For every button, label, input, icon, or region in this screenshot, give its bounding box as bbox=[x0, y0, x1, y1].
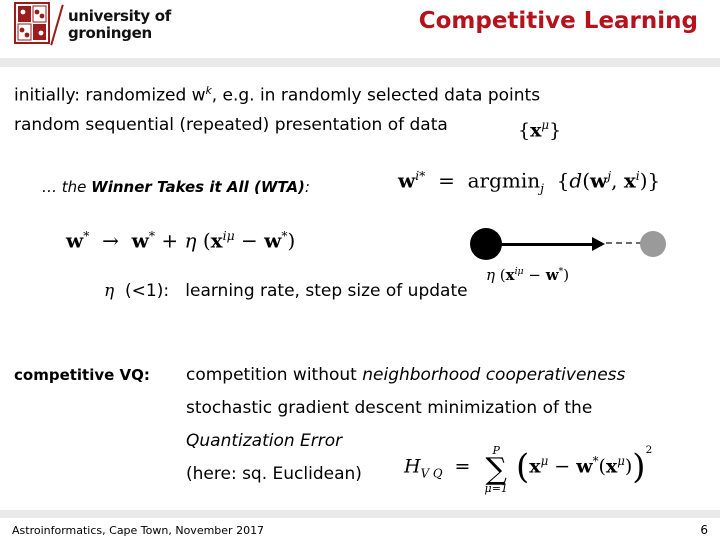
page-title: Competitive Learning bbox=[418, 8, 698, 34]
initially-line: initially: randomized wk, e.g. in random… bbox=[14, 85, 540, 106]
delta-label-math: η (xiμ − w*) bbox=[486, 266, 570, 284]
learning-rate-line: ηη (<1): learning rate, step size of upd… bbox=[104, 281, 468, 301]
university-crest-icon bbox=[14, 2, 50, 44]
university-logo: university of groningen bbox=[10, 2, 200, 52]
wta-caption-prefix: … the bbox=[42, 178, 92, 196]
cvq-line-1-a: competition without bbox=[186, 365, 363, 385]
wta-caption: … the Winner Takes it All (WTA): bbox=[42, 178, 310, 196]
cvq-line-1: competition without neighborhood coopera… bbox=[186, 365, 625, 385]
cvq-line-3: Quantization Error bbox=[186, 431, 343, 451]
logo-divider bbox=[50, 4, 64, 46]
presentation-line: random sequential (repeated) presentatio… bbox=[14, 115, 448, 135]
dashed-connector bbox=[606, 242, 642, 244]
footer-divider bbox=[0, 510, 720, 518]
wta-caption-suffix: : bbox=[304, 178, 310, 196]
footer-caption: Astroinformatics, Cape Town, November 20… bbox=[12, 524, 265, 537]
logo-line-1: university of bbox=[68, 7, 172, 25]
summation-symbol: P ∑ μ=1 bbox=[484, 444, 508, 495]
cvq-line-1-b: neighborhood cooperativeness bbox=[362, 365, 626, 385]
move-arrow-line bbox=[498, 243, 596, 246]
cvq-line-4: (here: sq. Euclidean) bbox=[186, 464, 362, 484]
data-point-dot-icon bbox=[640, 231, 666, 257]
move-arrow-head-icon bbox=[592, 237, 605, 251]
logo-line-2: groningen bbox=[68, 24, 152, 42]
wta-caption-bold: Winner Takes it All (WTA) bbox=[91, 178, 305, 196]
quantization-error-formula: HV Q = P ∑ μ=1 (xμ − w*(xμ))2 bbox=[404, 444, 653, 495]
data-set-math: {xμ} bbox=[518, 118, 562, 142]
sum-lower-limit: μ=1 bbox=[484, 482, 508, 495]
slide-header: university of groningen Competitive Lear… bbox=[0, 0, 720, 58]
initially-rest: , e.g. in randomly selected data points bbox=[211, 85, 541, 106]
initially-text: initially: randomized w bbox=[14, 85, 206, 106]
update-formula: w* → w* + η (xiμ − w*) bbox=[66, 228, 296, 253]
header-divider bbox=[0, 58, 720, 67]
cvq-line-2: stochastic gradient descent minimization… bbox=[186, 398, 593, 418]
competitive-vq-label: competitive VQ: bbox=[14, 366, 150, 384]
hvq-exponent: 2 bbox=[645, 444, 653, 457]
logo-text: university of groningen bbox=[68, 8, 171, 42]
page-number: 6 bbox=[700, 523, 708, 537]
prototype-move-diagram bbox=[470, 226, 670, 266]
wta-formula: wi* = argminj {d(wj, xi)} bbox=[398, 168, 661, 196]
